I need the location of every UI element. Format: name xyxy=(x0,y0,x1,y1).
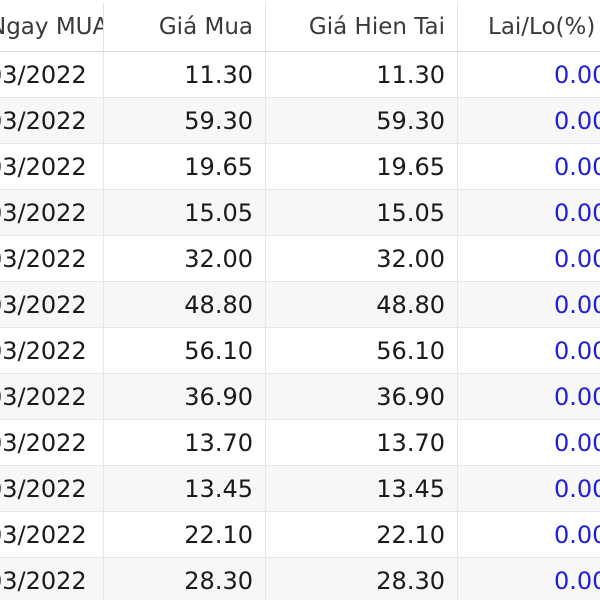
cell-purchase-date-text: 03/2022 xyxy=(0,152,87,181)
cell-purchase-date-text: 03/2022 xyxy=(0,290,87,319)
cell-profit-loss[interactable]: 0.00 xyxy=(458,328,600,373)
table-row[interactable]: 03/202256.1056.100.00 xyxy=(0,328,600,374)
cell-buy-price[interactable]: 59.30 xyxy=(104,98,266,143)
cell-current-price[interactable]: 19.65 xyxy=(266,144,458,189)
cell-current-price[interactable]: 22.10 xyxy=(266,512,458,557)
cell-purchase-date[interactable]: 03/2022 xyxy=(0,236,104,281)
cell-buy-price[interactable]: 19.65 xyxy=(104,144,266,189)
cell-purchase-date-text: 03/2022 xyxy=(0,428,87,457)
table-row[interactable]: 03/202259.3059.300.00 xyxy=(0,98,600,144)
table-row[interactable]: 03/202228.3028.300.00 xyxy=(0,558,600,600)
cell-profit-loss[interactable]: 0.00 xyxy=(458,374,600,419)
cell-buy-price[interactable]: 56.10 xyxy=(104,328,266,373)
cell-buy-price[interactable]: 13.70 xyxy=(104,420,266,465)
table-row[interactable]: 03/202248.8048.800.00 xyxy=(0,282,600,328)
cell-profit-loss[interactable]: 0.00 xyxy=(458,144,600,189)
cell-profit-loss[interactable]: 0.00 xyxy=(458,512,600,557)
table-row[interactable]: 03/202213.7013.700.00 xyxy=(0,420,600,466)
cell-purchase-date[interactable]: 03/2022 xyxy=(0,558,104,600)
cell-buy-price[interactable]: 11.30 xyxy=(104,52,266,97)
cell-profit-loss[interactable]: 0.00 xyxy=(458,558,600,600)
cell-current-price[interactable]: 56.10 xyxy=(266,328,458,373)
table-row[interactable]: 03/202213.4513.450.00 xyxy=(0,466,600,512)
cell-purchase-date-text: 03/2022 xyxy=(0,566,87,595)
cell-current-price[interactable]: 36.90 xyxy=(266,374,458,419)
table-row[interactable]: 03/202222.1022.100.00 xyxy=(0,512,600,558)
cell-purchase-date-text: 03/2022 xyxy=(0,336,87,365)
cell-profit-loss[interactable]: 0.00 xyxy=(458,52,600,97)
cell-current-price[interactable]: 13.70 xyxy=(266,420,458,465)
cell-profit-loss[interactable]: 0.00 xyxy=(458,190,600,235)
portfolio-grid: Ngay MUA Giá Mua Giá Hien Tai Lai/Lo(%) … xyxy=(0,0,600,600)
cell-profit-loss[interactable]: 0.00 xyxy=(458,282,600,327)
table-row[interactable]: 03/202215.0515.050.00 xyxy=(0,190,600,236)
cell-purchase-date[interactable]: 03/2022 xyxy=(0,52,104,97)
header-purchase-date-label: Ngay MUA xyxy=(0,14,104,40)
cell-purchase-date[interactable]: 03/2022 xyxy=(0,420,104,465)
table-row[interactable]: 03/202219.6519.650.00 xyxy=(0,144,600,190)
header-purchase-date[interactable]: Ngay MUA xyxy=(0,3,104,51)
cell-current-price[interactable]: 59.30 xyxy=(266,98,458,143)
cell-purchase-date-text: 03/2022 xyxy=(0,520,87,549)
cell-buy-price[interactable]: 32.00 xyxy=(104,236,266,281)
table-row[interactable]: 03/202232.0032.000.00 xyxy=(0,236,600,282)
cell-buy-price[interactable]: 36.90 xyxy=(104,374,266,419)
table-row[interactable]: 03/202236.9036.900.00 xyxy=(0,374,600,420)
cell-current-price[interactable]: 28.30 xyxy=(266,558,458,600)
cell-current-price[interactable]: 11.30 xyxy=(266,52,458,97)
cell-profit-loss[interactable]: 0.00 xyxy=(458,236,600,281)
cell-buy-price[interactable]: 48.80 xyxy=(104,282,266,327)
cell-purchase-date-text: 03/2022 xyxy=(0,106,87,135)
cell-buy-price[interactable]: 28.30 xyxy=(104,558,266,600)
cell-profit-loss[interactable]: 0.00 xyxy=(458,420,600,465)
cell-purchase-date-text: 03/2022 xyxy=(0,60,87,89)
cell-profit-loss[interactable]: 0.00 xyxy=(458,98,600,143)
cell-purchase-date-text: 03/2022 xyxy=(0,244,87,273)
cell-purchase-date[interactable]: 03/2022 xyxy=(0,282,104,327)
cell-buy-price[interactable]: 13.45 xyxy=(104,466,266,511)
cell-purchase-date-text: 03/2022 xyxy=(0,382,87,411)
header-buy-price[interactable]: Giá Mua xyxy=(104,3,266,51)
cell-purchase-date[interactable]: 03/2022 xyxy=(0,144,104,189)
cell-current-price[interactable]: 48.80 xyxy=(266,282,458,327)
cell-purchase-date-text: 03/2022 xyxy=(0,474,87,503)
cell-purchase-date[interactable]: 03/2022 xyxy=(0,512,104,557)
cell-purchase-date[interactable]: 03/2022 xyxy=(0,190,104,235)
cell-purchase-date[interactable]: 03/2022 xyxy=(0,328,104,373)
cell-purchase-date[interactable]: 03/2022 xyxy=(0,98,104,143)
cell-current-price[interactable]: 15.05 xyxy=(266,190,458,235)
header-current-price[interactable]: Giá Hien Tai xyxy=(266,3,458,51)
cell-buy-price[interactable]: 22.10 xyxy=(104,512,266,557)
cell-current-price[interactable]: 32.00 xyxy=(266,236,458,281)
cell-purchase-date-text: 03/2022 xyxy=(0,198,87,227)
grid-header-row: Ngay MUA Giá Mua Giá Hien Tai Lai/Lo(%) xyxy=(0,3,600,52)
cell-profit-loss[interactable]: 0.00 xyxy=(458,466,600,511)
cell-purchase-date[interactable]: 03/2022 xyxy=(0,466,104,511)
cell-buy-price[interactable]: 15.05 xyxy=(104,190,266,235)
cell-current-price[interactable]: 13.45 xyxy=(266,466,458,511)
table-row[interactable]: 03/202211.3011.300.00 xyxy=(0,52,600,98)
header-profit-loss[interactable]: Lai/Lo(%) xyxy=(458,3,600,51)
cell-purchase-date[interactable]: 03/2022 xyxy=(0,374,104,419)
